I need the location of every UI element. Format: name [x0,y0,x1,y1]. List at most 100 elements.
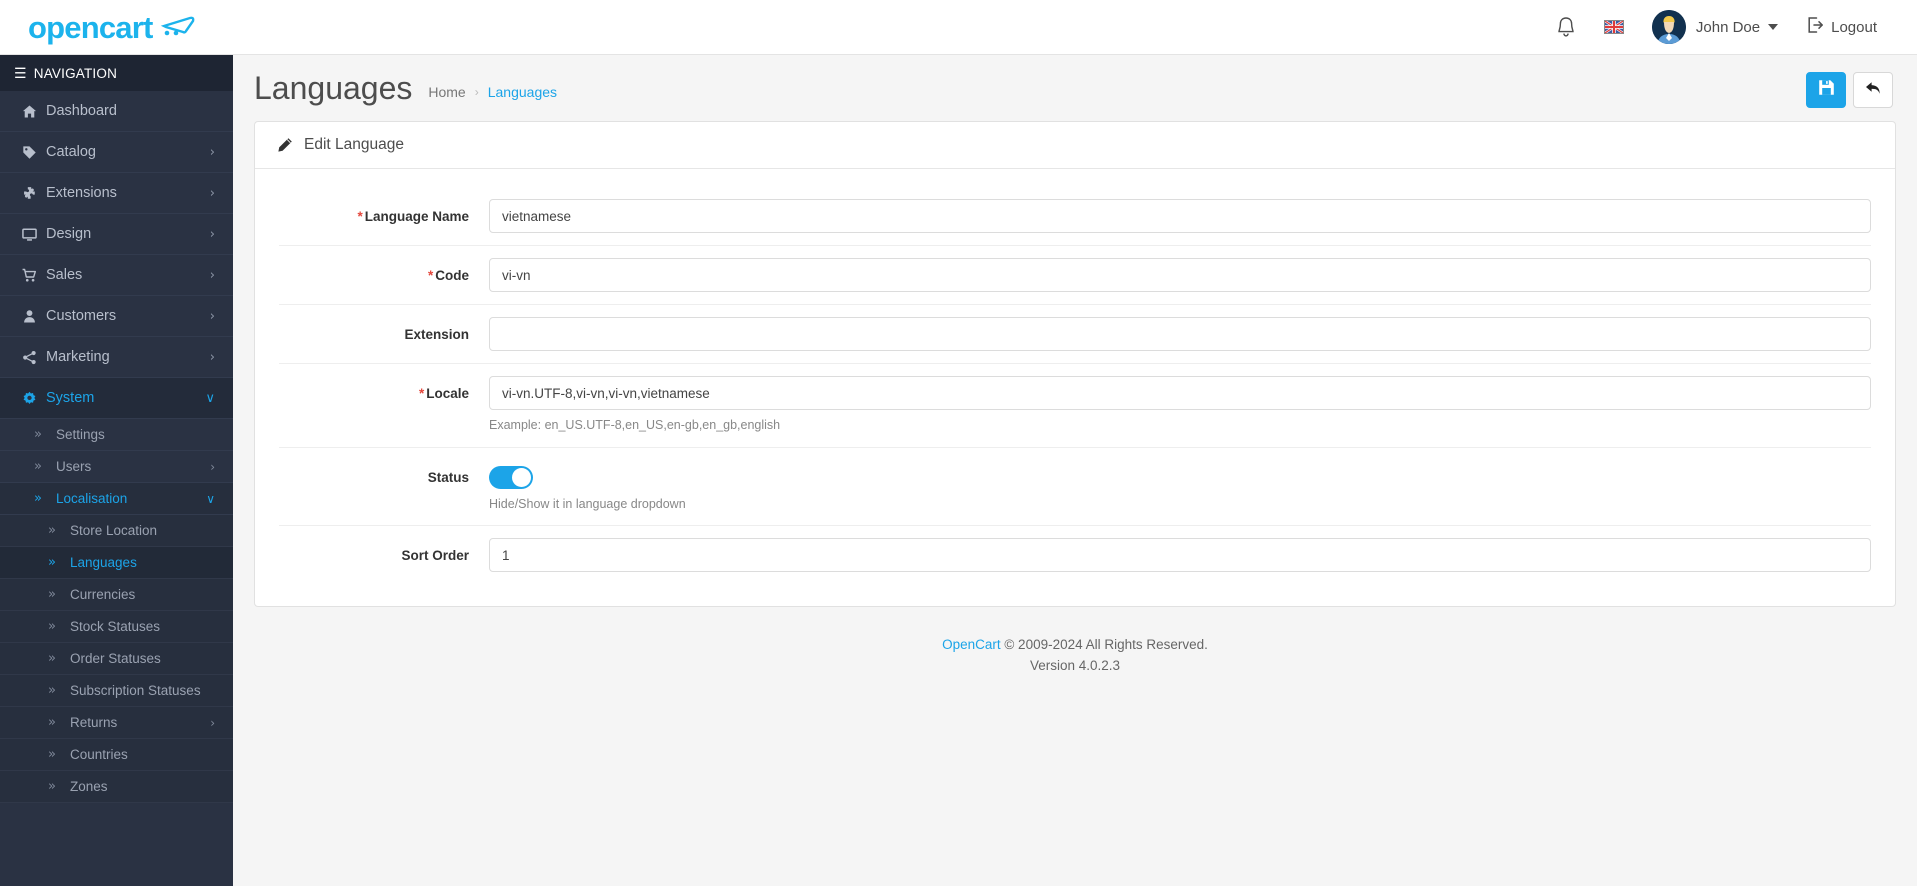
footer-version: Version 4.0.2.3 [1029,657,1121,673]
code-label: * Code [279,258,489,285]
sidebar-subitem-returns[interactable]: » Returns › [0,707,233,739]
sidebar-item-catalog[interactable]: Catalog › [0,132,233,173]
sidebar-subitem-label: Localisation [56,491,128,506]
status-toggle[interactable] [489,465,533,489]
chevron-down-icon: ∨ [205,390,215,406]
sidebar-item-label: System [46,390,95,406]
double-chevron-right-icon: » [48,523,56,538]
sidebar-item-marketing[interactable]: Marketing › [0,337,233,378]
page-actions [1806,68,1893,108]
sidebar-subitem-order-statuses[interactable]: » Order Statuses [0,643,233,675]
footer-copyright-line: OpenCart © 2009-2024 All Rights Reserved… [233,635,1917,656]
logout-button[interactable]: Logout [1792,0,1891,54]
pencil-icon [277,137,293,153]
sidebar-subitem-localisation[interactable]: » Localisation ∨ [0,483,233,515]
chevron-right-icon: › [209,349,215,365]
uk-flag-icon [1603,20,1624,34]
extension-input[interactable] [489,317,1871,351]
monitor-icon [22,227,46,242]
sidebar-item-label: Catalog [46,144,96,160]
sidebar-subitem-subscription-statuses[interactable]: » Subscription Statuses [0,675,233,707]
form-row-code: * Code [279,246,1871,305]
form-row-extension: Extension [279,305,1871,364]
status-label-text: Status [427,469,469,485]
sidebar-item-extensions[interactable]: Extensions › [0,173,233,214]
sidebar-subitem-settings[interactable]: » Settings [0,419,233,451]
sidebar-item-dashboard[interactable]: Dashboard [0,91,233,132]
language-name-input[interactable] [489,199,1871,233]
sidebar-item-label: Marketing [46,349,110,365]
sidebar-subitem-label: Returns [70,715,118,730]
extension-label: Extension [279,317,489,344]
sidebar-item-system[interactable]: System ∨ [0,378,233,419]
save-button[interactable] [1806,72,1846,108]
navigation-header[interactable]: ☰ NAVIGATION [0,55,233,91]
locale-input[interactable] [489,376,1871,410]
sidebar-subitem-label: Order Statuses [70,651,161,666]
code-input[interactable] [489,258,1871,292]
sidebar-subitem-label: Store Location [70,523,158,538]
sidebar-subitem-languages[interactable]: » Languages [0,547,233,579]
sidebar-subitem-label: Settings [56,427,105,442]
sidebar-item-design[interactable]: Design › [0,214,233,255]
language-name-label-text: Language Name [364,209,469,224]
status-label: Status [279,460,489,487]
sidebar-subitem-store-location[interactable]: » Store Location [0,515,233,547]
sidebar-subitem-stock-statuses[interactable]: » Stock Statuses [0,611,233,643]
sidebar-subitem-users[interactable]: » Users › [0,451,233,483]
sidebar-subitem-countries[interactable]: » Countries [0,739,233,771]
breadcrumb-languages[interactable]: Languages [488,84,557,100]
double-chevron-right-icon: » [34,427,42,442]
notifications-button[interactable] [1542,0,1590,54]
user-name-label: John Doe [1695,18,1761,36]
tag-icon [22,145,46,160]
sidebar-subitem-zones[interactable]: » Zones [0,771,233,803]
sort-order-label: Sort Order [279,538,489,565]
cart-icon [22,268,46,283]
page-header: Languages Home › Languages [233,55,1917,121]
toggle-knob [512,467,531,487]
form-row-language-name: * Language Name [279,187,1871,246]
required-marker: * [418,386,425,401]
panel-title: Edit Language [304,136,404,153]
sidebar-secondary-list: » Settings » Users › » Localisation ∨ [0,419,233,515]
breadcrumb-home[interactable]: Home [428,84,465,100]
language-selector-button[interactable] [1590,0,1638,54]
chevron-right-icon: › [209,144,215,160]
logo-text: opencart [28,9,153,45]
double-chevron-right-icon: » [48,683,56,698]
sidebar-subitem-currencies[interactable]: » Currencies [0,579,233,611]
code-label-text: Code [435,268,469,283]
locale-label-text: Locale [426,386,469,401]
brand-logo[interactable]: opencart [0,12,233,43]
double-chevron-right-icon: » [48,747,56,762]
sidebar-subitem-label: Zones [70,779,108,794]
extension-label-text: Extension [404,327,469,342]
chevron-right-icon: › [209,185,215,201]
page-footer: OpenCart © 2009-2024 All Rights Reserved… [233,607,1917,677]
double-chevron-right-icon: » [48,651,56,666]
sidebar-subitem-label: Languages [70,555,137,570]
double-chevron-right-icon: » [34,491,42,506]
sort-order-input[interactable] [489,538,1871,572]
logout-label: Logout [1831,18,1877,36]
double-chevron-right-icon: » [48,779,56,794]
navigation-title: NAVIGATION [33,65,118,81]
person-icon [22,309,46,324]
logout-icon [1806,16,1824,38]
locale-help-text: Example: en_US.UTF-8,en_US,en-gb,en_gb,e… [489,418,781,432]
chevron-down-icon: ∨ [206,491,215,506]
opencart-link[interactable]: OpenCart [942,637,1001,652]
user-menu-button[interactable]: John Doe [1638,0,1792,54]
sidebar-item-customers[interactable]: Customers › [0,296,233,337]
double-chevron-right-icon: » [48,555,56,570]
double-chevron-right-icon: » [48,619,56,634]
sidebar-item-sales[interactable]: Sales › [0,255,233,296]
share-icon [22,350,46,365]
chevron-right-icon: › [210,715,215,730]
required-marker: * [427,268,434,283]
back-button[interactable] [1853,72,1893,108]
sidebar-primary-list: Dashboard Catalog › Extensions › Design › Sales… [0,91,233,419]
sidebar-item-label: Dashboard [46,103,117,119]
home-icon [22,104,46,119]
